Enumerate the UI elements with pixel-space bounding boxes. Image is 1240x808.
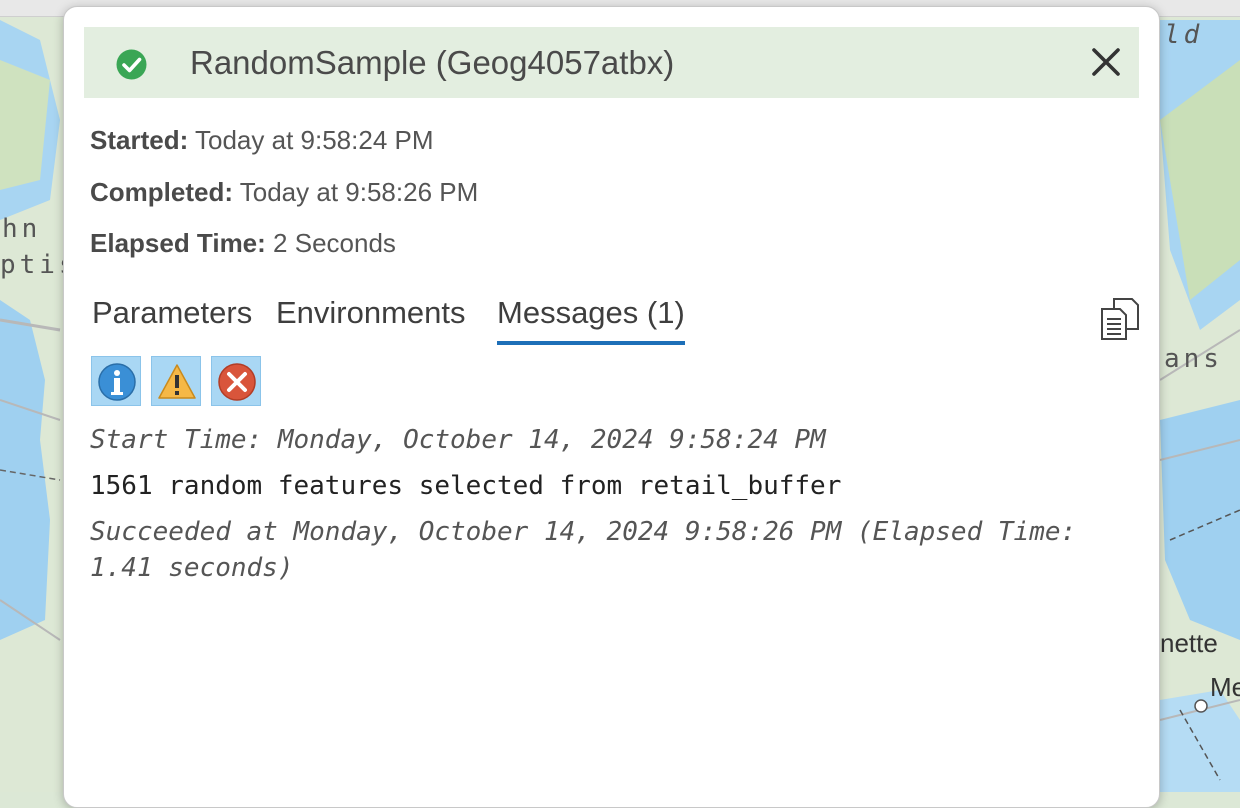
completed-value: Today at 9:58:26 PM: [239, 177, 479, 207]
geoprocessing-result-popup: RandomSample (Geog4057atbx) Started: Tod…: [63, 6, 1160, 808]
started-value: Today at 9:58:24 PM: [195, 125, 434, 155]
map-label: ld: [1164, 20, 1204, 50]
tab-parameters[interactable]: Parameters: [92, 295, 252, 341]
close-icon[interactable]: [1089, 45, 1123, 79]
map-label: Me: [1210, 672, 1240, 702]
info-icon: [98, 363, 136, 401]
map-label: hn: [2, 214, 42, 244]
message-line: Succeeded at Monday, October 14, 2024 9:…: [90, 517, 1077, 547]
elapsed-value: 2 Seconds: [273, 228, 396, 258]
check-circle-icon: [116, 49, 147, 80]
started-row: Started: Today at 9:58:24 PM: [90, 125, 434, 156]
elapsed-row: Elapsed Time: 2 Seconds: [90, 228, 396, 259]
result-header: RandomSample (Geog4057atbx): [84, 27, 1139, 98]
info-filter-button[interactable]: [91, 356, 141, 406]
map-label: nette: [1160, 628, 1218, 658]
completed-row: Completed: Today at 9:58:26 PM: [90, 177, 478, 208]
started-label: Started:: [90, 125, 189, 155]
completed-label: Completed:: [90, 177, 233, 207]
elapsed-label: Elapsed Time:: [90, 228, 266, 258]
tab-messages[interactable]: Messages (1): [497, 295, 685, 345]
message-line: 1561 random features selected from retai…: [90, 471, 842, 501]
message-line: Start Time: Monday, October 14, 2024 9:5…: [90, 425, 826, 455]
error-filter-button[interactable]: [211, 356, 261, 406]
tool-title: RandomSample (Geog4057atbx): [190, 44, 675, 81]
message-line: 1.41 seconds): [90, 553, 294, 583]
tab-environments[interactable]: Environments: [276, 295, 466, 341]
warning-icon: [158, 364, 196, 399]
copy-icon[interactable]: [1100, 297, 1140, 341]
error-icon: [218, 363, 256, 401]
warning-filter-button[interactable]: [151, 356, 201, 406]
map-label: ans: [1164, 344, 1223, 374]
